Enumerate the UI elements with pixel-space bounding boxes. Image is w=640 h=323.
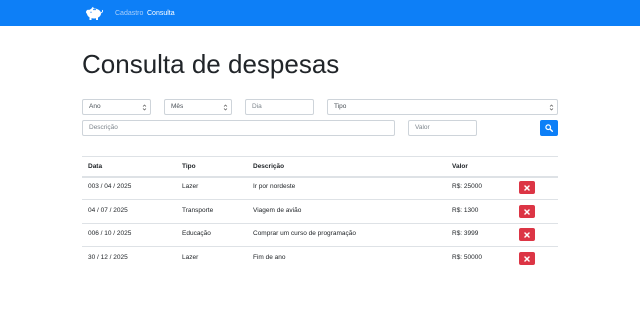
cell-descricao: Fim de ano <box>253 254 286 261</box>
mes-select[interactable]: Mês <box>164 99 232 115</box>
table-divider <box>82 199 558 200</box>
nav-link-consulta[interactable]: Consulta <box>147 9 175 18</box>
dia-input[interactable]: Dia <box>245 99 314 115</box>
header-tipo: Tipo <box>182 163 196 170</box>
header-descricao: Descrição <box>253 163 285 170</box>
cell-valor: R$: 1300 <box>452 207 479 214</box>
cell-tipo: Educação <box>182 230 211 237</box>
cell-valor: R$: 25000 <box>452 183 482 190</box>
cell-descricao: Viagem de avião <box>253 207 302 214</box>
mes-select-value: Mês <box>171 103 184 110</box>
descricao-input[interactable]: Descrição <box>82 120 395 136</box>
cell-tipo: Transporte <box>182 207 214 214</box>
navbar: Cadastro Consulta <box>0 0 640 26</box>
valor-input[interactable]: Valor <box>408 120 477 136</box>
table-header-divider <box>82 176 558 178</box>
delete-button[interactable] <box>519 181 535 194</box>
nav-link-cadastro[interactable]: Cadastro <box>115 9 143 18</box>
delete-button[interactable] <box>519 205 535 218</box>
ano-select[interactable]: Ano <box>82 99 151 115</box>
ano-select-value: Ano <box>89 103 101 110</box>
search-button[interactable] <box>540 120 558 136</box>
close-icon <box>524 208 530 215</box>
descricao-input-placeholder: Descrição <box>89 124 118 131</box>
table-divider <box>82 246 558 247</box>
cell-data: 04 / 07 / 2025 <box>88 207 128 214</box>
cell-data: 006 / 10 / 2025 <box>88 230 132 237</box>
chevron-updown-icon <box>223 104 228 111</box>
cell-tipo: Lazer <box>182 183 199 190</box>
header-valor: Valor <box>452 163 468 170</box>
close-icon <box>524 255 530 262</box>
chevron-updown-icon <box>549 104 554 111</box>
cell-data: 003 / 04 / 2025 <box>88 183 132 190</box>
delete-button[interactable] <box>519 228 535 241</box>
piggy-bank-icon[interactable] <box>84 5 104 21</box>
search-icon <box>545 124 553 132</box>
chevron-updown-icon <box>142 104 147 111</box>
table-divider <box>82 156 558 157</box>
table-divider <box>82 223 558 224</box>
close-icon <box>524 231 530 238</box>
cell-valor: R$: 3999 <box>452 230 479 237</box>
dia-input-placeholder: Dia <box>252 103 262 110</box>
tipo-select-value: Tipo <box>334 103 347 110</box>
close-icon <box>524 184 530 191</box>
delete-button[interactable] <box>519 252 535 265</box>
cell-descricao: Comprar um curso de programação <box>253 230 356 237</box>
cell-descricao: Ir por nordeste <box>253 183 296 190</box>
valor-input-placeholder: Valor <box>415 124 430 131</box>
page-title: Consulta de despesas <box>82 49 340 79</box>
tipo-select[interactable]: Tipo <box>327 99 558 115</box>
header-data: Data <box>88 163 103 170</box>
cell-data: 30 / 12 / 2025 <box>88 254 128 261</box>
cell-tipo: Lazer <box>182 254 199 261</box>
cell-valor: R$: 50000 <box>452 254 482 261</box>
